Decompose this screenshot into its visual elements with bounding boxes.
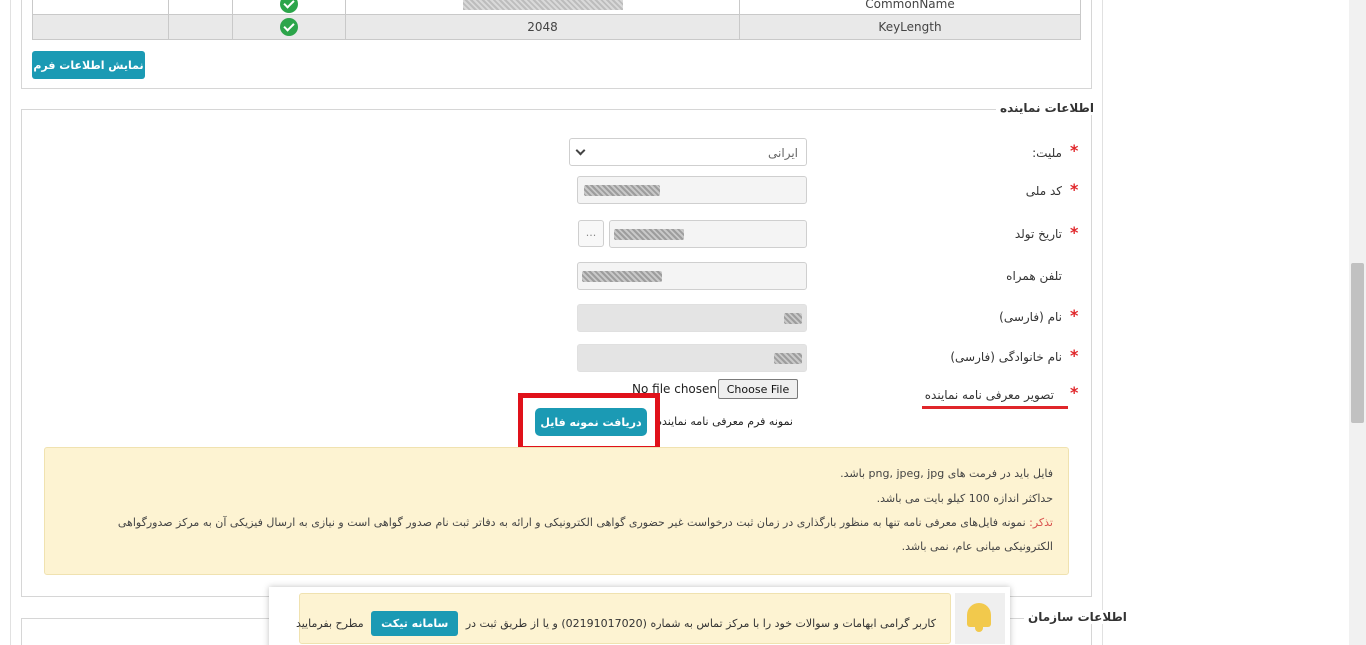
support-text: کاربر گرامی ابهامات و سوالات خود را با م… — [465, 617, 936, 630]
file-requirements-notice: فایل باید در فرمت های png, jpeg, jpg باش… — [44, 447, 1069, 575]
table-cell: CommonName — [739, 0, 1081, 15]
masked-value — [584, 185, 660, 196]
table-cell — [168, 14, 233, 40]
required-marker: * — [1070, 383, 1079, 402]
table-cell: KeyLength — [739, 14, 1081, 40]
nationality-select[interactable]: ایرانی — [569, 138, 807, 166]
table-cell — [32, 0, 169, 15]
notice-line: حداکثر اندازه 100 کیلو بایت می باشد. — [876, 492, 1053, 505]
support-message-box: کاربر گرامی ابهامات و سوالات خود را با م… — [296, 593, 951, 644]
last-name-label: نام خانوادگی (فارسی) — [950, 350, 1062, 364]
mobile-input[interactable] — [577, 262, 807, 290]
check-icon — [280, 0, 298, 13]
highlight-underline — [922, 406, 1068, 409]
ticket-system-button[interactable]: سامانه تیکت — [371, 611, 459, 636]
note-label: تذکر: — [1029, 516, 1053, 529]
nationality-selected-value: ایرانی — [768, 146, 798, 160]
first-name-label: نام (فارسی) — [999, 310, 1062, 324]
masked-value — [582, 271, 662, 282]
support-banner: کاربر گرامی ابهامات و سوالات خود را با م… — [269, 587, 1010, 645]
download-sample-button[interactable]: دریافت نمونه فایل — [535, 408, 647, 436]
table-cell — [345, 0, 740, 15]
birth-date-label: تاریخ تولد — [1014, 227, 1062, 241]
table-cell — [232, 0, 346, 15]
chevron-down-icon — [575, 145, 586, 156]
date-picker-button[interactable]: ... — [578, 220, 604, 247]
check-icon — [280, 18, 298, 36]
required-marker: * — [1070, 223, 1079, 242]
notice-note: تذکر: نمونه فایل‌های معرفی نامه تنها به … — [63, 515, 1053, 531]
table-cell: 2048 — [345, 14, 740, 40]
notification-bell[interactable] — [955, 593, 1005, 644]
page-border-left — [10, 0, 11, 645]
notice-line: فایل باید در فرمت های png, jpeg, jpg باش… — [840, 467, 1053, 480]
sample-form-label: نمونه فرم معرفی نامه نماینده — [656, 415, 793, 428]
national-code-label: کد ملی — [1025, 184, 1062, 198]
intro-letter-label: تصویر معرفی نامه نماینده — [924, 388, 1054, 402]
birth-date-input[interactable] — [609, 220, 807, 248]
support-message: کاربر گرامی ابهامات و سوالات خود را با م… — [296, 611, 936, 636]
masked-value — [774, 353, 802, 364]
notice-line: نمونه فایل‌های معرفی نامه تنها به منظور … — [117, 516, 1026, 529]
support-text-end: مطرح بفرمایید — [295, 617, 364, 630]
representative-legend: اطلاعات نماینده — [996, 101, 1098, 115]
mobile-label: تلفن همراه — [1006, 269, 1062, 283]
notice-line: الکترونیکی میانی عام، نمی باشد. — [901, 540, 1053, 553]
table-row: CommonName — [32, 0, 1081, 15]
table-cell — [232, 14, 346, 40]
certificate-table: CommonName 2048 KeyLength — [32, 0, 1081, 40]
masked-value — [462, 0, 623, 10]
table-cell — [168, 0, 233, 15]
first-name-input[interactable] — [577, 304, 807, 332]
masked-value — [784, 313, 802, 324]
required-marker: * — [1070, 346, 1079, 365]
bell-icon — [967, 603, 991, 632]
organization-legend: اطلاعات سازمان — [1024, 610, 1131, 624]
choose-file-button[interactable]: Choose File — [718, 379, 798, 399]
scrollbar-thumb[interactable] — [1351, 263, 1364, 423]
show-form-info-button[interactable]: نمایش اطلاعات فرم — [32, 51, 145, 79]
required-marker: * — [1070, 180, 1079, 199]
required-marker: * — [1070, 306, 1079, 325]
nationality-label: ملیت: — [1032, 146, 1062, 160]
table-cell — [32, 14, 169, 40]
masked-value — [614, 229, 684, 240]
required-marker: * — [1070, 141, 1079, 160]
national-code-input[interactable] — [577, 176, 807, 204]
page-border-right — [1102, 0, 1103, 645]
last-name-input[interactable] — [577, 344, 807, 372]
table-row: 2048 KeyLength — [32, 14, 1081, 40]
